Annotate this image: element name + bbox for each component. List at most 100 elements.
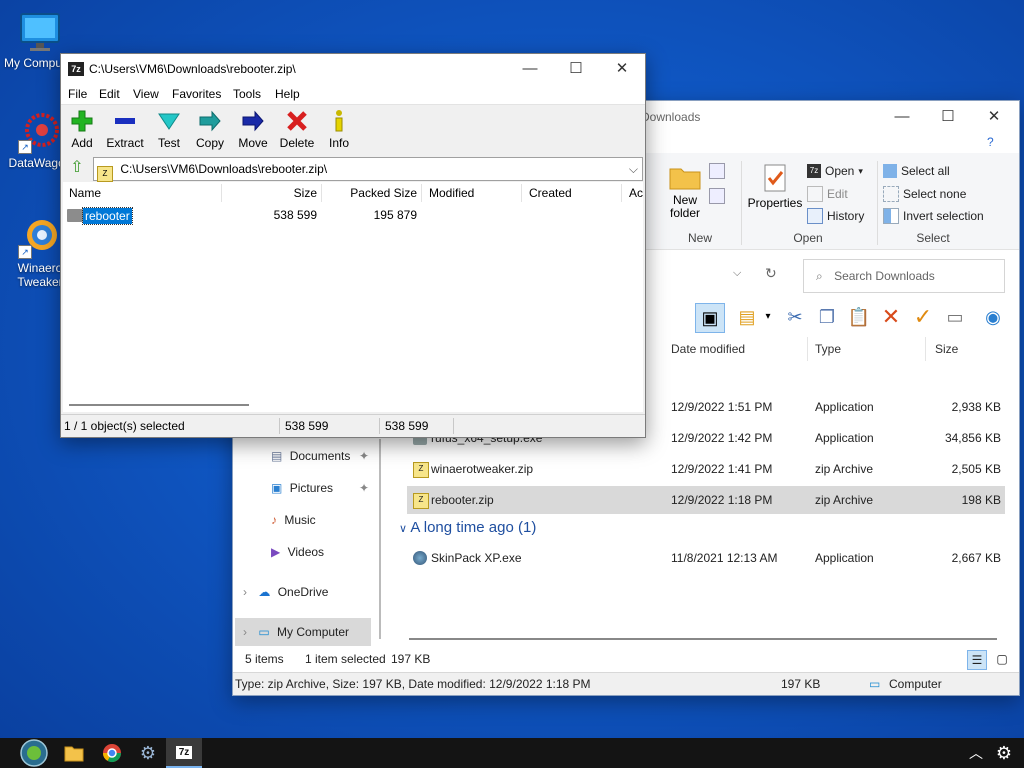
folder-icon: [64, 746, 84, 762]
nav-item-music[interactable]: ♪ Music: [271, 506, 316, 534]
info-button[interactable]: Info: [327, 109, 351, 150]
new-folder-button[interactable]: New folder: [665, 163, 705, 220]
archive-row[interactable]: rebooter 538 599 195 879: [63, 206, 643, 226]
select-folder-icon[interactable]: ▤: [733, 303, 761, 331]
column-header-size[interactable]: Size: [223, 182, 317, 204]
edit-button[interactable]: Edit: [807, 186, 848, 202]
menu-file[interactable]: File: [68, 87, 87, 101]
address-dropdown-icon[interactable]: ⌵: [733, 267, 741, 280]
history-label: History: [827, 209, 865, 223]
nav-item-pictures[interactable]: ▣ Pictures ✦: [271, 474, 369, 502]
large-icons-view-icon[interactable]: ▢: [993, 650, 1011, 668]
file-row-selected[interactable]: Z rebooter.zip 12/9/2022 1:18 PM zip Arc…: [407, 486, 1005, 514]
history-button[interactable]: History: [807, 208, 864, 224]
file-row[interactable]: Z winaerotweaker.zip 12/9/2022 1:41 PM z…: [407, 455, 1005, 483]
properties-button[interactable]: Properties: [747, 163, 803, 210]
close-button[interactable]: ✕: [971, 101, 1017, 133]
maximize-button[interactable]: ☐: [925, 101, 971, 133]
column-header-type[interactable]: Type: [815, 337, 841, 361]
menu-favorites[interactable]: Favorites: [172, 87, 221, 101]
7zip-file-list[interactable]: Name Size Packed Size Modified Created A…: [63, 182, 643, 412]
music-icon: ♪: [271, 513, 277, 527]
file-type: Application: [815, 400, 874, 414]
paste-icon[interactable]: 📋: [845, 303, 873, 331]
file-date: 11/8/2021 12:13 AM: [671, 551, 778, 565]
delete-button[interactable]: Delete: [279, 109, 315, 150]
minimize-button[interactable]: —: [879, 101, 925, 133]
maximize-button[interactable]: ☐: [553, 54, 599, 84]
preview-pane-icon[interactable]: ▣: [695, 303, 725, 333]
refresh-icon[interactable]: ↻: [765, 265, 777, 282]
select-none-button[interactable]: Select none: [883, 186, 966, 202]
history-icon: [807, 208, 823, 224]
help-icon[interactable]: ?: [987, 135, 994, 149]
file-date: 12/9/2022 1:41 PM: [671, 462, 773, 476]
minimize-button[interactable]: —: [507, 54, 553, 84]
delete-icon[interactable]: ✕: [877, 303, 905, 331]
7zip-app-icon: 7z: [175, 745, 193, 759]
column-header-modified[interactable]: Modified: [429, 182, 474, 204]
checkmark-icon[interactable]: ✓: [909, 303, 937, 331]
open-button[interactable]: 7z Open ▾: [807, 164, 863, 178]
test-button[interactable]: Test: [155, 109, 183, 150]
shell-icon[interactable]: ◉: [979, 303, 1007, 331]
datawagon-icon: ↗: [18, 110, 62, 154]
settings-taskbar-button[interactable]: ⚙: [130, 738, 166, 768]
open-label: Open: [825, 164, 855, 178]
horizontal-scrollbar[interactable]: [409, 638, 997, 640]
chrome-taskbar-button[interactable]: [94, 738, 130, 768]
file-row[interactable]: SkinPack XP.exe 11/8/2021 12:13 AM Appli…: [407, 544, 1005, 572]
cut-icon[interactable]: ✂: [781, 303, 809, 331]
close-button[interactable]: ✕: [599, 54, 645, 84]
start-button[interactable]: [14, 738, 54, 768]
nav-item-onedrive[interactable]: › ☁ OneDrive: [243, 578, 328, 606]
column-header-accessed[interactable]: Ac: [629, 182, 643, 204]
details-size: 197 KB: [781, 677, 821, 691]
nav-item-videos[interactable]: ▶ Videos: [271, 538, 324, 566]
move-button[interactable]: Move: [237, 109, 269, 150]
menu-edit[interactable]: Edit: [99, 87, 120, 101]
details-location: Computer: [889, 677, 942, 691]
chevron-down-icon: ∨: [399, 523, 408, 535]
file-explorer-taskbar-button[interactable]: [56, 738, 92, 768]
new-item-button[interactable]: [709, 163, 737, 207]
column-header-date[interactable]: Date modified: [671, 337, 745, 361]
add-button[interactable]: Add: [67, 109, 97, 150]
menu-view[interactable]: View: [133, 87, 159, 101]
search-box[interactable]: ⌕ Search Downloads: [803, 259, 1005, 293]
select-all-button[interactable]: Select all: [883, 164, 950, 178]
menu-tools[interactable]: Tools: [233, 87, 261, 101]
select-none-icon: [883, 186, 899, 202]
gear-icon[interactable]: ⚙: [986, 738, 1022, 768]
7zip-titlebar[interactable]: 7z C:\Users\VM6\Downloads\rebooter.zip\ …: [61, 54, 645, 84]
nav-item-my-computer[interactable]: › ▭ My Computer: [235, 618, 371, 646]
copy-button[interactable]: Copy: [195, 109, 225, 150]
nav-scrollbar[interactable]: [379, 439, 381, 639]
file-type: Application: [815, 431, 874, 445]
rename-icon[interactable]: ▭: [941, 303, 969, 331]
select-all-label: Select all: [901, 164, 950, 178]
extract-button[interactable]: Extract: [105, 109, 145, 150]
chevron-right-icon: ›: [243, 625, 247, 639]
dropdown-arrow-icon[interactable]: ▾: [761, 303, 775, 331]
7zip-path-combobox[interactable]: Z C:\Users\VM6\Downloads\rebooter.zip\ ⌵: [93, 157, 643, 182]
column-header-name[interactable]: Name: [69, 182, 101, 204]
7zip-window[interactable]: 7z C:\Users\VM6\Downloads\rebooter.zip\ …: [60, 53, 646, 438]
up-folder-icon[interactable]: ⇧: [67, 158, 87, 178]
select-all-icon: [883, 164, 897, 178]
column-header-size[interactable]: Size: [935, 337, 958, 361]
copy-icon[interactable]: ❐: [813, 303, 841, 331]
column-header-packed-size[interactable]: Packed Size: [323, 182, 417, 204]
7zip-small-icon: 7z: [807, 164, 821, 178]
column-header-created[interactable]: Created: [529, 182, 572, 204]
7zip-taskbar-button[interactable]: 7z: [166, 738, 202, 768]
quick-toolbar: ▣ ▤ ▾ ✂ ❐ 📋 ✕ ✓ ▭ ◉: [693, 301, 1013, 337]
invert-selection-button[interactable]: Invert selection: [883, 208, 984, 224]
horizontal-scrollbar[interactable]: [69, 404, 249, 406]
properties-label: Properties: [747, 196, 803, 210]
group-header-long-ago[interactable]: ∨ A long time ago (1): [399, 519, 536, 536]
chevron-down-icon[interactable]: ⌵: [629, 158, 638, 180]
nav-item-documents[interactable]: ▤ Documents ✦: [271, 442, 369, 470]
details-view-icon[interactable]: ☰: [967, 650, 987, 670]
menu-help[interactable]: Help: [275, 87, 300, 101]
